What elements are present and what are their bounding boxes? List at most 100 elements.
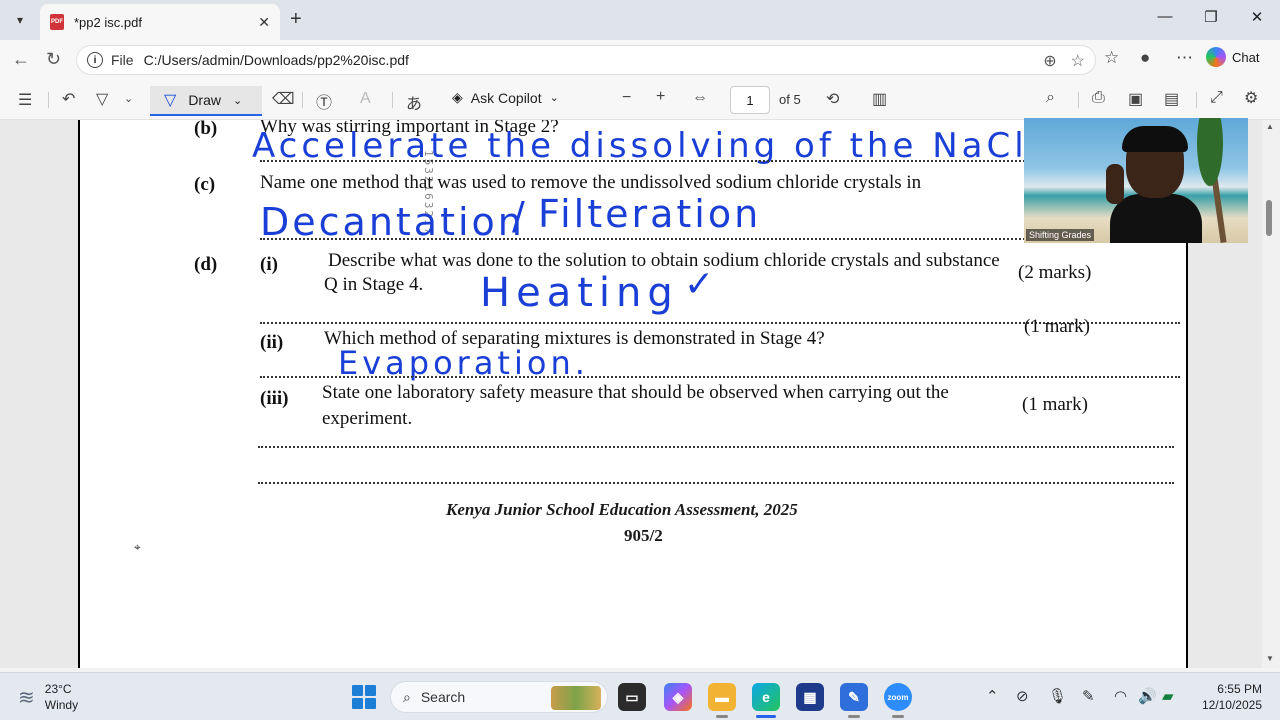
more-icon[interactable]: ⋯ <box>1176 48 1193 68</box>
scroll-up-icon[interactable]: ▲ <box>1266 122 1274 131</box>
volume-icon[interactable]: 🔊 <box>1138 687 1157 705</box>
copilot-chat-button[interactable]: Chat <box>1206 47 1259 67</box>
eraser-icon[interactable]: ⌫ <box>272 89 295 109</box>
favorites-icon[interactable]: ☆ <box>1104 48 1119 68</box>
participant-name: Shifting Grades <box>1026 229 1095 241</box>
question-c-label: (c) <box>194 174 216 195</box>
save-as-icon[interactable]: ▤ <box>1164 89 1179 109</box>
taskbar-search[interactable]: ⌕ Search <box>390 681 608 713</box>
question-d-i-marks: (2 marks) <box>1018 262 1092 283</box>
tick-mark-icon: ✓ <box>684 264 715 305</box>
pen-icon[interactable]: ✎ <box>1082 687 1095 705</box>
answer-line <box>260 376 1180 378</box>
draw-button[interactable]: ▽ Draw ⌄ <box>150 86 262 116</box>
tab-pdf[interactable]: PDF *pp2 isc.pdf ✕ <box>40 4 280 40</box>
question-d-iii-text-2: experiment. <box>322 408 413 429</box>
contents-icon[interactable]: ☰ <box>18 90 32 110</box>
question-d-iii-marks: (1 mark) <box>1022 394 1088 415</box>
copilot-app-icon[interactable]: ◈ <box>664 683 692 711</box>
close-window-icon[interactable]: ✕ <box>1242 8 1272 26</box>
address-prefix: File <box>111 52 134 68</box>
clock[interactable]: 6:55 PM 12/10/2025 <box>1196 681 1262 713</box>
copilot-outline-icon: ◈ <box>452 89 463 105</box>
cursor-crosshair-icon: ⌖ <box>134 540 141 554</box>
zoom-app-icon[interactable]: zoom <box>884 683 912 711</box>
new-tab-button[interactable]: + <box>290 8 302 31</box>
question-d-iii-text-1: State one laboratory safety measure that… <box>322 382 949 403</box>
close-tab-icon[interactable]: ✕ <box>258 14 270 31</box>
video-overlay[interactable]: Shifting Grades <box>1024 118 1248 243</box>
wifi-icon[interactable]: ◠ <box>1114 687 1127 705</box>
back-icon[interactable]: ← <box>12 49 30 70</box>
pen-icon: ▽ <box>164 92 177 109</box>
whiteboard-app-icon[interactable]: ✎ <box>840 683 868 711</box>
translate-icon[interactable]: あ <box>406 90 422 114</box>
zoom-icon[interactable]: ⊕ <box>1043 51 1056 71</box>
zoom-in-icon[interactable]: + <box>656 88 665 106</box>
page-view-icon[interactable]: ▥ <box>872 89 887 109</box>
rotate-icon[interactable]: ⟲ <box>826 89 839 109</box>
handwriting-separator: / <box>512 194 525 238</box>
fullscreen-icon[interactable]: ⤢ <box>1210 89 1223 107</box>
file-explorer-icon[interactable]: ▬ <box>708 683 736 711</box>
address-bar[interactable]: i File C:/Users/admin/Downloads/pp2%20is… <box>76 45 1096 75</box>
edge-browser-icon[interactable]: e <box>752 683 780 711</box>
tab-title: *pp2 isc.pdf <box>74 14 142 30</box>
start-button[interactable] <box>352 685 376 709</box>
taskbar: ≋ 23°C Windy ⌕ Search ▭ ◈ ▬ e ▦ ✎ zoom ⌃… <box>0 672 1280 720</box>
address-row: ← ↻ i File C:/Users/admin/Downloads/pp2%… <box>0 40 1280 80</box>
settings-gear-icon[interactable]: ⚙ <box>1244 88 1258 108</box>
fit-width-icon[interactable]: ⇔ <box>692 89 708 107</box>
search-icon: ⌕ <box>403 688 411 705</box>
question-d-iii-label: (iii) <box>260 388 289 409</box>
footer-title: Kenya Junior School Education Assessment… <box>446 500 798 519</box>
vertical-scrollbar[interactable]: ▲ ▼ <box>1262 120 1280 668</box>
answer-line <box>258 446 1174 448</box>
weather-condition: Windy <box>44 698 79 712</box>
wind-icon: ≋ <box>18 686 35 709</box>
camera-off-icon[interactable]: ⊘ <box>1016 687 1029 705</box>
scroll-thumb[interactable] <box>1266 200 1272 236</box>
save-icon[interactable]: ▣ <box>1128 89 1143 109</box>
zoom-out-icon[interactable]: − <box>622 89 631 107</box>
scroll-down-icon[interactable]: ▼ <box>1266 654 1274 663</box>
task-view-icon[interactable]: ▭ <box>618 683 646 711</box>
draw-label: Draw <box>188 92 221 108</box>
print-icon[interactable]: ⎙ <box>1092 89 1105 107</box>
presenter-video <box>1106 126 1202 243</box>
weather-widget[interactable]: ≋ 23°C Windy <box>18 681 78 713</box>
page-number-input[interactable]: 1 <box>730 86 770 114</box>
tray-expand-icon[interactable]: ⌃ <box>986 687 999 705</box>
chevron-down-icon: ⌄ <box>232 94 243 107</box>
question-d-label: (d) <box>194 254 218 275</box>
battery-icon[interactable]: ▰ <box>1162 687 1174 705</box>
question-d-ii-marks: (1 mark) <box>1024 316 1090 337</box>
tab-actions-icon[interactable]: ▾ <box>8 8 32 32</box>
mic-icon[interactable]: 🎙 <box>1048 687 1067 705</box>
undo-icon[interactable]: ↶ <box>62 89 75 109</box>
search-pdf-icon[interactable]: ⌕ <box>1046 89 1055 107</box>
handwritten-answer-c-2: Filteration <box>538 192 762 236</box>
restore-icon[interactable]: ❐ <box>1196 8 1226 26</box>
question-d-ii-label: (ii) <box>260 332 284 353</box>
text-box-icon[interactable]: Ⓣ <box>316 89 332 113</box>
footer-code: 905/2 <box>624 526 663 545</box>
address-url[interactable]: C:/Users/admin/Downloads/pp2%20isc.pdf <box>144 52 409 68</box>
page-total: of 5 <box>779 92 801 107</box>
answer-line <box>258 482 1174 484</box>
tab-strip: ▾ PDF *pp2 isc.pdf ✕ + — ❐ ✕ <box>0 0 1280 40</box>
question-d-i-text-2: Q in Stage 4. <box>324 274 424 295</box>
chat-label: Chat <box>1232 49 1260 65</box>
search-label: Search <box>420 689 466 705</box>
minimize-icon[interactable]: — <box>1150 8 1180 25</box>
profile-icon[interactable]: ● <box>1140 48 1150 68</box>
refresh-icon[interactable]: ↻ <box>46 49 61 70</box>
favorite-star-icon[interactable]: ☆ <box>1071 51 1085 71</box>
info-icon[interactable]: i <box>87 52 103 68</box>
highlight-icon[interactable]: ▽ <box>96 89 108 109</box>
store-icon[interactable]: ▦ <box>796 683 824 711</box>
highlight-dropdown-icon[interactable]: ⌄ <box>124 92 133 105</box>
chevron-down-icon: ⌄ <box>549 92 559 104</box>
text-format-icon[interactable]: A <box>360 90 371 108</box>
ask-copilot-button[interactable]: ◈ Ask Copilot ⌄ <box>452 89 559 106</box>
